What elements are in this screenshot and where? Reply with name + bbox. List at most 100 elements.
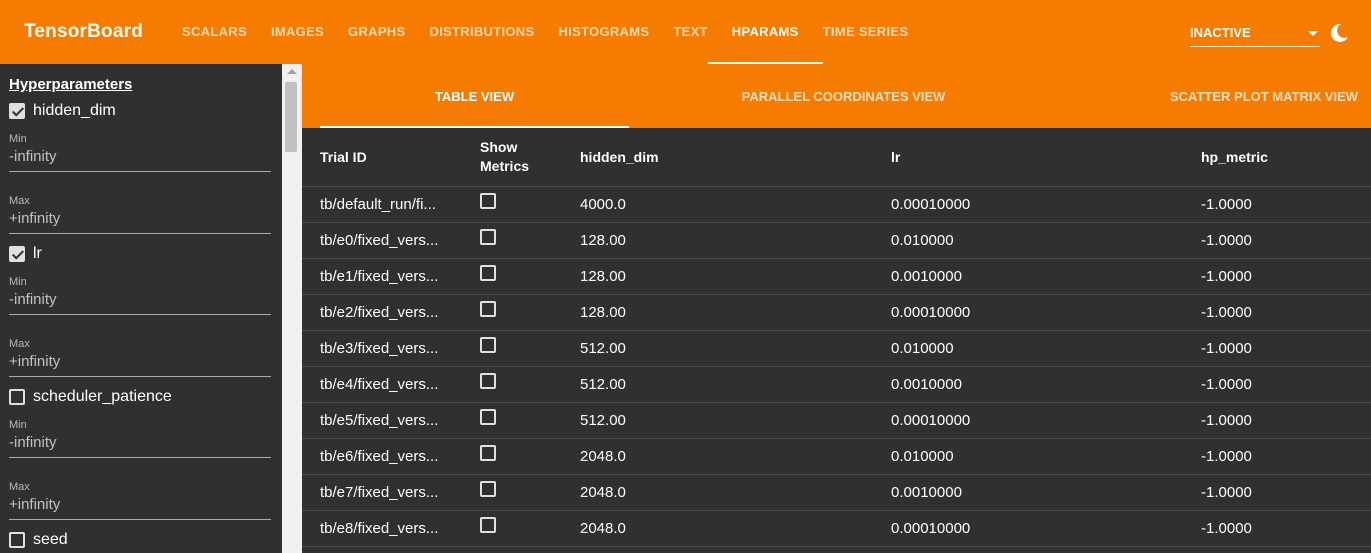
sidebar-scrollbar[interactable] (282, 64, 302, 553)
trial-id[interactable]: tb/e6/fixed_vers... (320, 448, 450, 465)
lr-cell: 0.00010000 (891, 294, 1201, 331)
tab-histograms[interactable]: HISTOGRAMS (546, 0, 661, 64)
lr-cell: 0.0010000 (891, 474, 1201, 511)
lr-cell: 0.00010000 (891, 186, 1201, 223)
hidden-dim-cell: 4000.0 (580, 186, 891, 223)
hparam-checkbox-scheduler-patience[interactable]: scheduler_patience (9, 387, 172, 407)
show-metrics-checkbox[interactable] (480, 265, 496, 281)
column-header-hidden-dim[interactable]: hidden_dim (580, 128, 891, 187)
show-metrics-checkbox[interactable] (480, 193, 496, 209)
max-input[interactable]: +infinity (9, 352, 271, 377)
field-label: Min (9, 276, 27, 288)
tab-parallel-coordinates-view[interactable]: PARALLEL COORDINATES VIEW (687, 64, 1000, 128)
min-filter-lr[interactable]: Min -infinity (9, 276, 271, 316)
hidden-dim-cell: 512.00 (580, 330, 891, 367)
trial-id-cell: tb/e3/fixed_vers... (302, 330, 480, 367)
scroll-up-icon[interactable] (287, 69, 297, 74)
min-input[interactable]: -infinity (9, 433, 271, 458)
hidden-dim-cell: 512.00 (580, 366, 891, 403)
lr-cell: 0.0010000 (891, 366, 1201, 403)
hparam-label: hidden_dim (33, 102, 116, 119)
checkbox-unchecked-icon (9, 389, 25, 405)
trial-id[interactable]: tb/e4/fixed_vers... (320, 376, 450, 393)
trial-id-cell: tb/e5/fixed_vers... (302, 402, 480, 439)
scrollbar-thumb[interactable] (285, 82, 297, 152)
trial-id[interactable]: tb/e1/fixed_vers... (320, 268, 450, 285)
hp-metric-cell: -1.0000 (1201, 366, 1371, 403)
theme-toggle-button[interactable] (1328, 22, 1350, 44)
table-row: tb/e6/fixed_vers... 2048.0 0.010000 -1.0000 (302, 438, 1371, 475)
hparam-checkbox-hidden-dim[interactable]: hidden_dim (9, 101, 116, 121)
max-filter-scheduler-patience[interactable]: Max +infinity (9, 481, 271, 521)
hparam-checkbox-lr[interactable]: lr (9, 244, 42, 264)
field-label: Min (9, 419, 27, 431)
tab-table-view[interactable]: TABLE VIEW (320, 64, 629, 128)
show-metrics-cell (480, 294, 580, 331)
hp-metric-cell: -1.0000 (1201, 222, 1371, 259)
trial-id[interactable]: tb/e5/fixed_vers... (320, 412, 450, 429)
column-header-trial-id[interactable]: Trial ID (302, 128, 480, 187)
table-row: tb/default_run/fi... 4000.0 0.00010000 -1.0… (302, 186, 1371, 223)
hp-metric-cell: -1.0000 (1201, 258, 1371, 295)
min-filter-scheduler-patience[interactable]: Min -infinity (9, 419, 271, 459)
show-metrics-cell (480, 222, 580, 259)
show-metrics-checkbox[interactable] (480, 409, 496, 425)
show-metrics-checkbox[interactable] (480, 229, 496, 245)
field-label: Max (9, 195, 30, 207)
hparam-checkbox-seed[interactable]: seed (9, 530, 68, 550)
hparams-sidebar: Hyperparameters hidden_dim Min -infinity… (0, 64, 282, 553)
tab-distributions[interactable]: DISTRIBUTIONS (417, 0, 546, 64)
show-metrics-checkbox[interactable] (480, 481, 496, 497)
trials-table: Trial ID Show Metrics hidden_dim lr hp_m… (302, 128, 1371, 547)
field-label: Max (9, 481, 30, 493)
lr-cell: 0.0010000 (891, 258, 1201, 295)
tab-scatter-plot-matrix-view[interactable]: SCATTER PLOT MATRIX VIEW (1164, 64, 1364, 128)
tab-text[interactable]: TEXT (661, 0, 719, 64)
table-row: tb/e3/fixed_vers... 512.00 0.010000 -1.0000 (302, 330, 1371, 367)
tab-scalars[interactable]: SCALARS (170, 0, 259, 64)
hparams-main: TABLE VIEW PARALLEL COORDINATES VIEW SCA… (302, 64, 1371, 553)
max-input[interactable]: +infinity (9, 209, 271, 234)
hparam-label: scheduler_patience (33, 388, 172, 405)
max-filter-lr[interactable]: Max +infinity (9, 338, 271, 378)
show-metrics-checkbox[interactable] (480, 517, 496, 533)
hparam-label: seed (33, 531, 68, 548)
trial-id[interactable]: tb/e0/fixed_vers... (320, 232, 450, 249)
min-input[interactable]: -infinity (9, 290, 271, 315)
min-input[interactable]: -infinity (9, 147, 271, 172)
lr-cell: 0.010000 (891, 438, 1201, 475)
hp-metric-cell: -1.0000 (1201, 474, 1371, 511)
tab-images[interactable]: IMAGES (259, 0, 336, 64)
trial-id[interactable]: tb/e7/fixed_vers... (320, 484, 450, 501)
show-metrics-checkbox[interactable] (480, 337, 496, 353)
show-metrics-cell (480, 186, 580, 223)
column-header-hp-metric[interactable]: hp_metric (1201, 128, 1371, 187)
show-metrics-cell (480, 474, 580, 511)
max-input[interactable]: +infinity (9, 495, 271, 520)
column-header-lr[interactable]: lr (891, 128, 1201, 187)
hp-metric-cell: -1.0000 (1201, 510, 1371, 547)
inactive-plugins-dropdown[interactable]: INACTIVE (1190, 22, 1320, 47)
trial-id-cell: tb/e7/fixed_vers... (302, 474, 480, 511)
max-filter-hidden-dim[interactable]: Max +infinity (9, 195, 271, 235)
app-title: TensorBoard (24, 21, 144, 42)
plugin-tabs: SCALARS IMAGES GRAPHS DISTRIBUTIONS HIST… (170, 0, 920, 64)
trial-id[interactable]: tb/e3/fixed_vers... (320, 340, 450, 357)
checkbox-checked-icon (9, 103, 25, 119)
trial-id[interactable]: tb/e8/fixed_vers... (320, 520, 450, 537)
show-metrics-checkbox[interactable] (480, 445, 496, 461)
min-filter-hidden-dim[interactable]: Min -infinity (9, 133, 271, 173)
field-label: Max (9, 338, 30, 350)
trial-id[interactable]: tb/e2/fixed_vers... (320, 304, 450, 321)
trial-id[interactable]: tb/default_run/fi... (320, 196, 450, 213)
hidden-dim-cell: 512.00 (580, 402, 891, 439)
tab-hparams[interactable]: HPARAMS (707, 0, 823, 64)
hidden-dim-cell: 2048.0 (580, 438, 891, 475)
hp-metric-cell: -1.0000 (1201, 330, 1371, 367)
show-metrics-cell (480, 402, 580, 439)
show-metrics-checkbox[interactable] (480, 301, 496, 317)
hidden-dim-cell: 128.00 (580, 294, 891, 331)
tab-time-series[interactable]: TIME SERIES (811, 0, 921, 64)
tab-graphs[interactable]: GRAPHS (336, 0, 417, 64)
show-metrics-checkbox[interactable] (480, 373, 496, 389)
